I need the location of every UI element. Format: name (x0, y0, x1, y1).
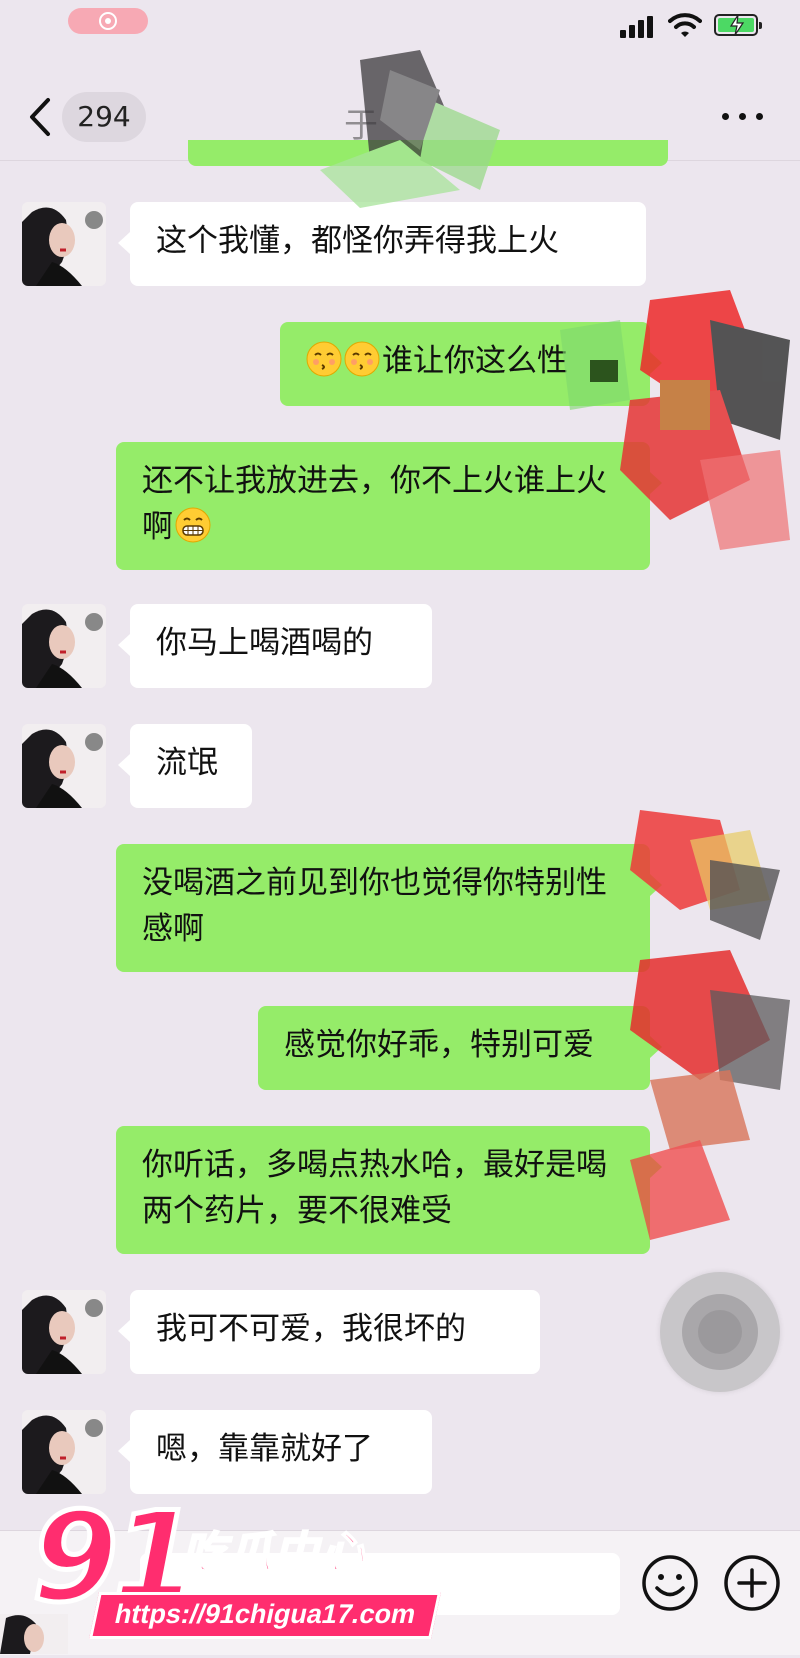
avatar[interactable] (22, 724, 106, 808)
message-bubble-outgoing[interactable]: 感觉你好乖，特别可爱 (258, 1006, 662, 1090)
message-text: 感觉你好乖，特别可爱 (284, 1027, 594, 1063)
more-dots-icon[interactable] (722, 110, 764, 124)
watermark-name: 吃瓜中心 (181, 1527, 366, 1580)
screen-recording-icon[interactable] (68, 8, 148, 34)
watermark-logo: 91 吃瓜中心 https://91chigua17.com (24, 1494, 444, 1654)
message-text: 没喝酒之前见到你也觉得你特别性感啊 (142, 865, 607, 947)
kissing-closed-eyes-emoji (306, 341, 342, 377)
message-text: 你马上喝酒喝的 (156, 625, 373, 661)
signal-icon (620, 16, 654, 38)
watermark-url: https://91chigua17.com (89, 1592, 442, 1639)
chevron-left-icon[interactable] (26, 96, 56, 138)
message-bubble-incoming[interactable]: 你马上喝酒喝的 (118, 604, 432, 688)
avatar[interactable] (22, 1410, 106, 1494)
avatar[interactable] (22, 604, 106, 688)
message-text: 我可不可爱，我很坏的 (156, 1311, 466, 1347)
message-text: 还不让我放进去，你不上火谁上火啊 (142, 463, 607, 545)
avatar[interactable] (22, 202, 106, 286)
message-text: 流氓 (156, 745, 218, 781)
status-bar (0, 0, 800, 48)
message-text: 嗯，靠靠就好了 (156, 1431, 373, 1467)
smiley-icon[interactable] (640, 1553, 700, 1613)
battery-charging-icon (714, 14, 762, 36)
avatar[interactable] (22, 1290, 106, 1374)
kissing-closed-eyes-emoji (344, 341, 380, 377)
message-bubble-incoming[interactable]: 嗯，靠靠就好了 (118, 1410, 432, 1494)
message-bubble-incoming[interactable]: 这个我懂，都怪你弄得我上火 (118, 202, 646, 286)
message-bubble-outgoing[interactable]: 还不让我放进去，你不上火谁上火啊 (116, 442, 662, 570)
message-text: 这个我懂，都怪你弄得我上火 (156, 223, 559, 259)
message-bubble-incoming[interactable]: 流氓 (118, 724, 252, 808)
message-bubble-outgoing[interactable]: 没喝酒之前见到你也觉得你特别性感啊 (116, 844, 662, 972)
message-text: 你听话，多喝点热水哈，最好是喝两个药片，要不很难受 (142, 1147, 607, 1229)
message-bubble-outgoing[interactable]: 你听话，多喝点热水哈，最好是喝两个药片，要不很难受 (116, 1126, 662, 1254)
message-text: 谁让你这么性 (382, 343, 568, 379)
previous-message-bubble (188, 140, 668, 166)
message-bubble-incoming[interactable]: 我可不可爱，我很坏的 (118, 1290, 540, 1374)
plus-circle-icon[interactable] (722, 1553, 782, 1613)
message-bubble-outgoing[interactable]: 谁让你这么性 (280, 322, 662, 406)
floating-window-icon[interactable] (660, 1272, 780, 1392)
grimacing-emoji (175, 507, 211, 543)
wifi-icon (668, 13, 702, 37)
unread-count-badge[interactable]: 294 (62, 92, 146, 142)
